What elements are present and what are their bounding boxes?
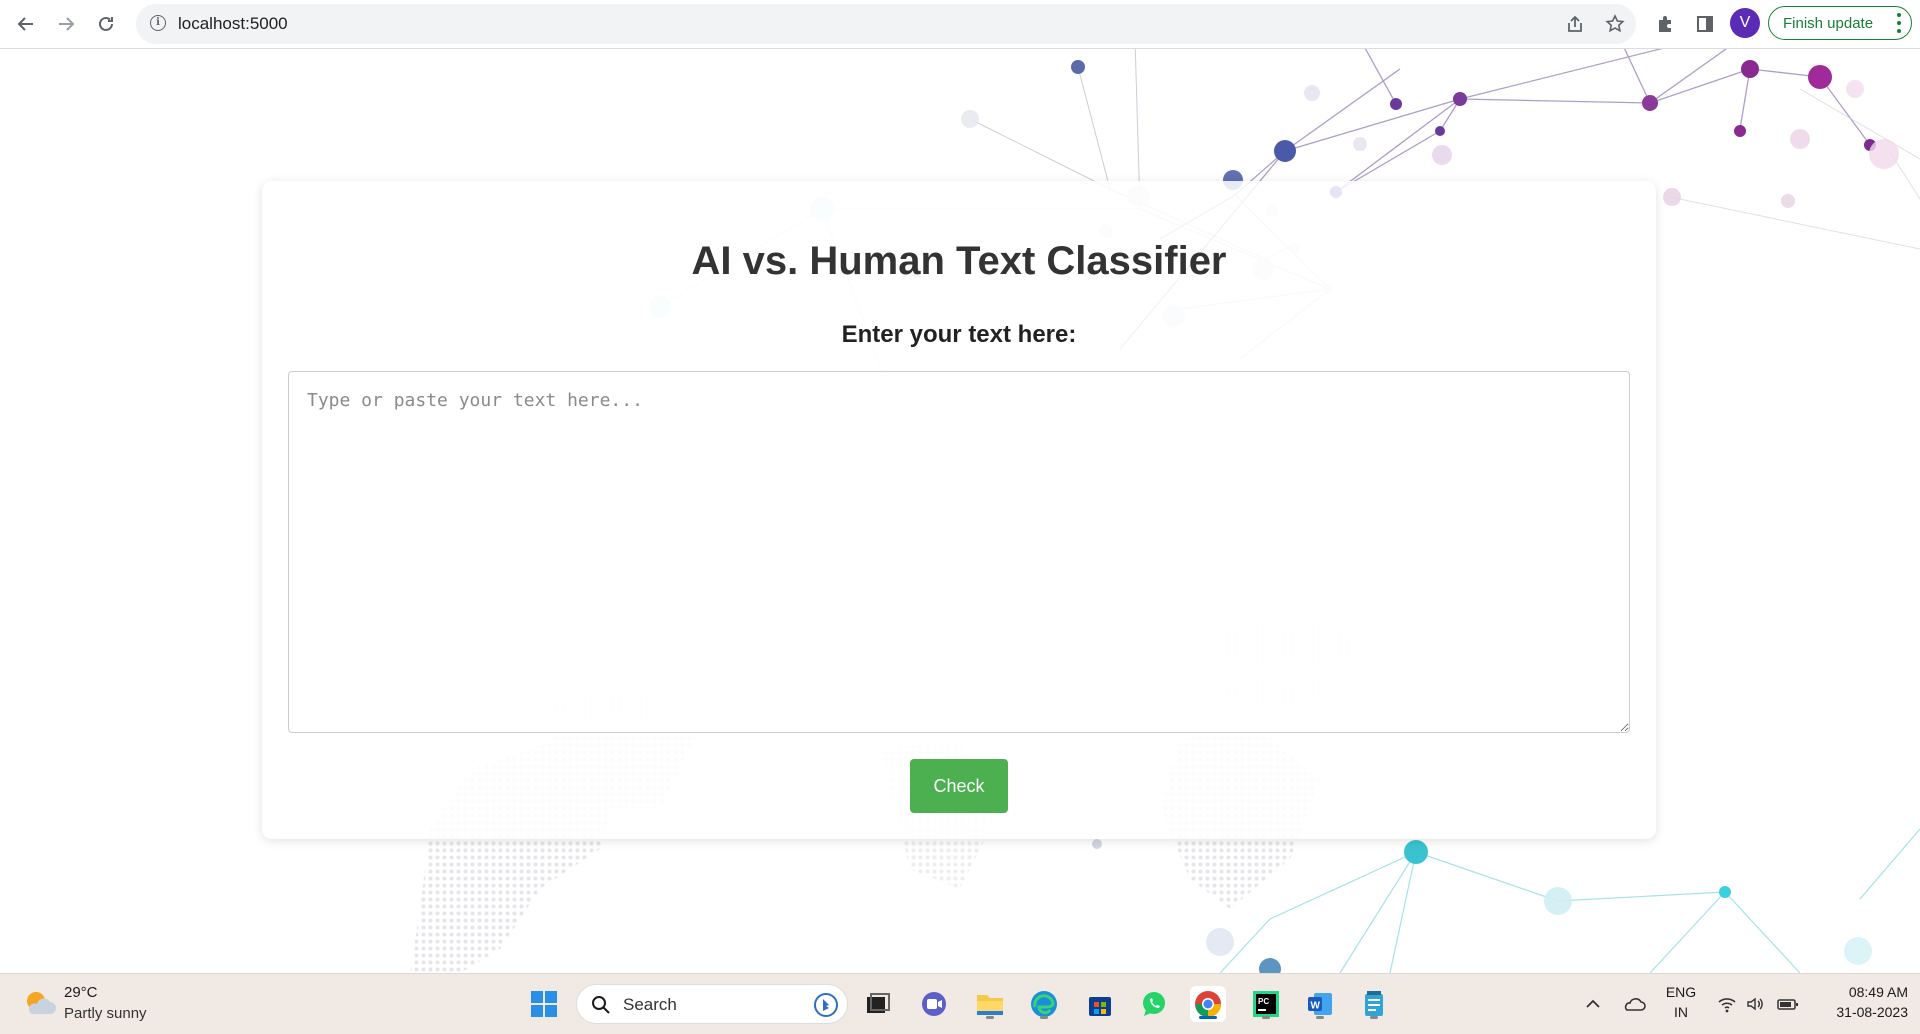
search-icon — [592, 996, 610, 1014]
forward-icon[interactable] — [52, 10, 80, 38]
more-menu-icon — [1897, 13, 1901, 33]
back-icon[interactable] — [12, 10, 40, 38]
clock-time[interactable]: 08:49 AM — [1818, 984, 1908, 1000]
partly-sunny-icon[interactable] — [22, 986, 58, 1022]
battery-icon[interactable] — [1776, 994, 1800, 1014]
onedrive-cloud-icon[interactable] — [1622, 994, 1646, 1014]
taskbar-search-label: Search — [623, 995, 677, 1014]
teams-icon[interactable] — [916, 986, 952, 1022]
clock-date[interactable]: 31-08-2023 — [1818, 1004, 1908, 1020]
page-title: AI vs. Human Text Classifier — [691, 239, 1227, 283]
site-info-icon[interactable]: i — [150, 15, 166, 31]
task-view-icon[interactable] — [860, 986, 896, 1022]
address-bar[interactable]: i localhost:5000 — [136, 4, 1636, 44]
taskbar-search-box[interactable]: Search — [576, 984, 848, 1024]
svg-text:W: W — [1311, 1001, 1321, 1012]
text-input-area[interactable] — [288, 371, 1630, 733]
reload-icon[interactable] — [92, 10, 120, 38]
microsoft-store-icon[interactable] — [1082, 986, 1118, 1022]
pycharm-icon[interactable]: PC — [1248, 986, 1284, 1022]
side-panel-icon[interactable] — [1692, 11, 1718, 37]
weather-description: Partly sunny — [64, 1005, 147, 1022]
finish-update-button[interactable]: Finish update — [1768, 6, 1912, 40]
weather-temperature: 29°C — [64, 984, 98, 1001]
volume-icon[interactable] — [1745, 994, 1765, 1014]
word-icon[interactable]: W — [1302, 986, 1338, 1022]
whatsapp-icon[interactable] — [1136, 986, 1172, 1022]
browser-toolbar: i localhost:5000 V Finish update — [0, 0, 1920, 49]
page-viewport: AI vs. Human Text Classifier Enter your … — [0, 49, 1920, 973]
bookmark-star-icon[interactable] — [1602, 11, 1628, 37]
windows-taskbar: 29°C Partly sunny Search PC W ENG IN 08:… — [0, 973, 1920, 1034]
notepad-icon[interactable] — [1356, 986, 1392, 1022]
profile-avatar[interactable]: V — [1730, 8, 1760, 38]
language-region[interactable]: IN — [1664, 1004, 1698, 1020]
wifi-icon[interactable] — [1717, 994, 1737, 1014]
url-text: localhost:5000 — [178, 14, 288, 33]
file-explorer-icon[interactable] — [972, 986, 1008, 1022]
start-icon[interactable] — [526, 986, 562, 1022]
finish-update-label: Finish update — [1783, 14, 1874, 32]
bing-icon[interactable] — [813, 992, 839, 1018]
language-code[interactable]: ENG — [1664, 984, 1698, 1000]
edge-icon[interactable] — [1026, 986, 1062, 1022]
svg-text:PC: PC — [1258, 997, 1269, 1006]
chrome-icon[interactable] — [1190, 986, 1226, 1022]
check-button[interactable]: Check — [910, 759, 1008, 813]
classifier-card: AI vs. Human Text Classifier Enter your … — [262, 181, 1656, 839]
text-input-label: Enter your text here: — [841, 321, 1077, 348]
extensions-icon[interactable] — [1652, 11, 1678, 37]
share-icon[interactable] — [1562, 11, 1588, 37]
show-hidden-icons-chevron-icon[interactable] — [1583, 994, 1603, 1014]
